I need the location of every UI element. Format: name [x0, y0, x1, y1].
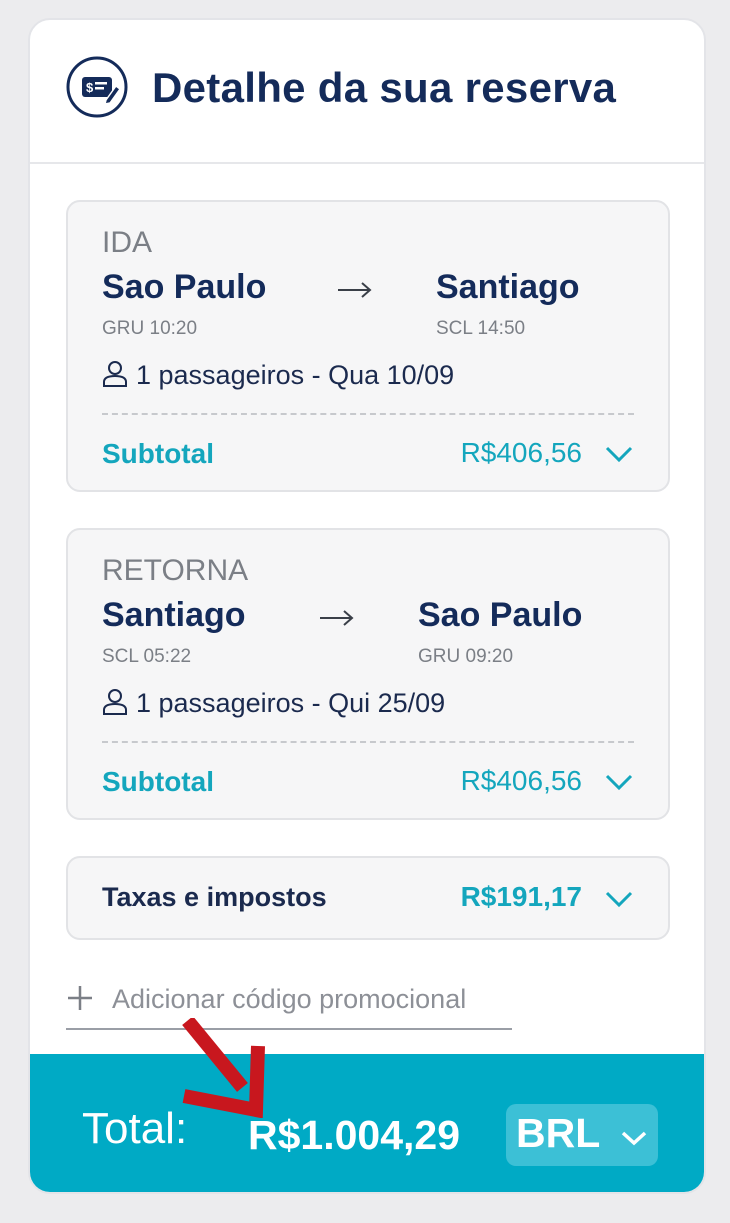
subtotal-value: R$406,56: [460, 437, 582, 468]
total-value: R$1.004,29: [248, 1112, 461, 1158]
add-promo-code-link[interactable]: Adicionar código promocional: [66, 982, 512, 1030]
leg-label: IDA: [102, 226, 153, 259]
promo-code-label: Adicionar código promocional: [112, 984, 467, 1014]
chevron-down-icon[interactable]: [604, 445, 634, 463]
chevron-down-icon[interactable]: [604, 890, 634, 908]
arrow-right-icon: [338, 282, 372, 298]
arrow-right-icon: [320, 610, 354, 626]
destination-city: Santiago: [436, 268, 580, 306]
origin-code-time: GRU 10:20: [102, 318, 198, 339]
subtotal-value: R$406,56: [460, 765, 582, 796]
passenger-info: 1 passageiros - Qua 10/09: [102, 360, 454, 391]
origin-city: Santiago: [102, 596, 246, 634]
ticket-dollar-icon: $: [66, 56, 128, 118]
total-footer: Total: R$1.004,29 BRL: [30, 1054, 704, 1192]
person-icon: [103, 361, 127, 387]
currency-selector[interactable]: BRL: [506, 1104, 658, 1166]
person-icon: [103, 689, 127, 715]
passenger-info: 1 passageiros - Qui 25/09: [102, 688, 445, 719]
chevron-down-icon: [621, 1131, 647, 1146]
currency-label: BRL: [516, 1110, 601, 1156]
dashed-divider: [102, 413, 634, 415]
booking-summary-panel: $ Detalhe da sua reserva IDA Sao Paulo S…: [28, 18, 706, 1194]
subtotal-label: Subtotal: [102, 766, 214, 797]
origin-code-time: SCL 05:22: [102, 646, 192, 667]
outbound-flight-card: IDA Sao Paulo Santiago GRU 10:20 SCL 14:…: [66, 200, 670, 492]
page-title: Detalhe da sua reserva: [152, 64, 617, 111]
plus-icon: [68, 986, 92, 1010]
taxes-card[interactable]: Taxas e impostos R$191,17: [66, 856, 670, 940]
destination-city: Sao Paulo: [418, 596, 583, 634]
return-flight-card: RETORNA Santiago Sao Paulo SCL 05:22 GRU…: [66, 528, 670, 820]
leg-label: RETORNA: [102, 554, 249, 587]
passenger-text: 1 passageiros - Qui 25/09: [136, 688, 446, 718]
subtotal-label: Subtotal: [102, 438, 214, 469]
annotation-arrow-icon: [182, 1018, 265, 1118]
chevron-down-icon[interactable]: [604, 773, 634, 791]
destination-code-time: SCL 14:50: [436, 318, 526, 339]
svg-text:$: $: [86, 80, 94, 95]
summary-header: $ Detalhe da sua reserva: [30, 20, 704, 164]
taxes-label: Taxas e impostos: [102, 882, 327, 912]
origin-city: Sao Paulo: [102, 268, 267, 306]
passenger-text: 1 passageiros - Qua 10/09: [136, 360, 455, 390]
destination-code-time: GRU 09:20: [418, 646, 514, 667]
taxes-value: R$191,17: [460, 881, 582, 912]
total-label: Total:: [82, 1104, 188, 1153]
dashed-divider: [102, 741, 634, 743]
